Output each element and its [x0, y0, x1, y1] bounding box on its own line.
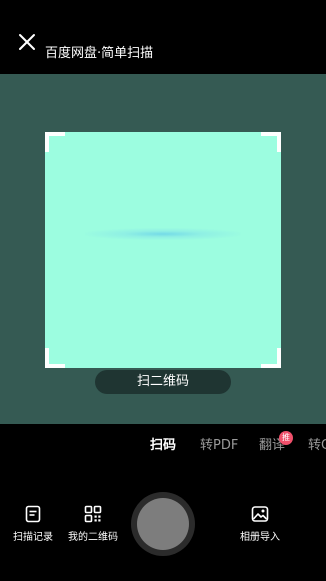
qrcode-icon	[84, 505, 102, 523]
my-qrcode-button[interactable]: 我的二维码	[58, 505, 128, 544]
document-icon	[25, 505, 41, 523]
close-icon	[19, 34, 35, 50]
camera-preview: 扫二维码	[0, 74, 326, 424]
scan-frame-corner-bottom-right	[261, 348, 281, 368]
tab-to-pdf[interactable]: 转PDF	[200, 438, 238, 454]
scan-mode-label: 扫二维码	[95, 370, 231, 394]
bottom-toolbar: 扫描记录 我的二维码 相册导入	[0, 468, 326, 581]
mode-tabs: 扫码 转PDF 翻译 推 转O	[0, 424, 326, 468]
scan-frame-corner-bottom-left	[45, 348, 65, 368]
shutter-button[interactable]	[131, 492, 195, 556]
tab-to-other[interactable]: 转O	[308, 438, 326, 454]
scan-frame-corner-top-right	[261, 132, 281, 152]
recommend-badge: 推	[279, 431, 294, 445]
scan-line	[85, 228, 241, 240]
tab-label: 扫码	[150, 438, 177, 453]
album-import-button[interactable]: 相册导入	[225, 505, 295, 544]
tab-label: 转O	[308, 438, 326, 453]
tab-scan-code[interactable]: 扫码	[150, 438, 176, 454]
tab-label: 转PDF	[200, 438, 239, 453]
image-icon	[251, 506, 269, 522]
scan-frame	[45, 132, 281, 368]
tab-translate[interactable]: 翻译 推	[259, 431, 294, 454]
close-button[interactable]	[16, 31, 38, 53]
shutter-button-inner	[137, 498, 189, 550]
my-qrcode-label: 我的二维码	[68, 532, 118, 543]
scan-frame-corner-top-left	[45, 132, 65, 152]
album-import-label: 相册导入	[240, 532, 280, 543]
top-bar: 百度网盘·简单扫描	[0, 0, 326, 74]
page-title: 百度网盘·简单扫描	[45, 46, 154, 61]
